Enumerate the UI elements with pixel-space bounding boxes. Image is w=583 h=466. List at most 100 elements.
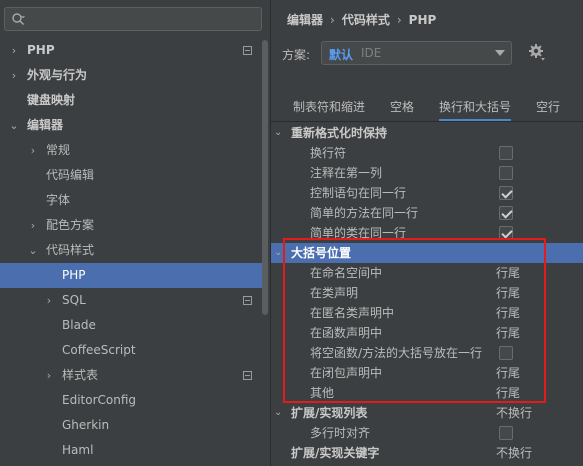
tree-item[interactable]: › 配色方案 [0, 213, 262, 238]
option-row[interactable]: 控制语句在同一行 [271, 183, 583, 203]
tree-item[interactable]: 代码编辑 [0, 163, 262, 188]
gear-icon[interactable] [528, 43, 546, 61]
tree-item-label: 样式表 [62, 368, 99, 382]
options-tree: ⌄ 重新格式化时保持 换行符 注释在第一列控制语句在同一行简单的方法在同一行 简单的类在… [271, 123, 583, 463]
scheme-select[interactable]: 默认 IDE [321, 41, 512, 65]
tree-item[interactable]: Blade [0, 313, 262, 338]
tree-item[interactable]: › SQL [0, 288, 262, 313]
option-value[interactable]: 行尾 [496, 303, 520, 323]
tree-item-label: PHP [27, 43, 55, 57]
tree-item-label: CoffeeScript [62, 343, 136, 357]
breadcrumb-item-php: PHP [408, 13, 437, 27]
tree-item-label: EditorConfig [62, 393, 137, 407]
tree-item[interactable]: CoffeeScript [0, 338, 262, 363]
option-checkbox[interactable] [499, 146, 513, 160]
option-group[interactable]: ⌄ 重新格式化时保持 [271, 123, 583, 143]
search-icon [12, 13, 25, 25]
tree-item[interactable]: › 样式表 [0, 363, 262, 388]
option-value[interactable]: 行尾 [496, 263, 520, 283]
settings-nav-panel: › PHP › 外观与行为 键盘映射 ⌄ 编辑器 › 常规 代码编辑 字体 › 配色方案 ⌄ 代码样式 PHP… [0, 0, 270, 466]
option-group[interactable]: ⌄ 扩展/实现列表 不换行 [271, 403, 583, 423]
option-label: 扩展/实现列表 [291, 406, 368, 420]
chevron-right-icon[interactable]: › [27, 213, 39, 238]
option-checkbox[interactable] [499, 426, 513, 440]
option-row[interactable]: 在函数声明中 行尾 [271, 323, 583, 343]
option-value[interactable]: 行尾 [496, 283, 520, 303]
breadcrumb-item-code-style[interactable]: 代码样式 [342, 13, 390, 27]
option-value[interactable]: 行尾 [496, 323, 520, 343]
breadcrumb-separator-icon: › [330, 13, 335, 27]
tree-item[interactable]: › 外观与行为 [0, 63, 262, 88]
option-value[interactable]: 行尾 [496, 363, 520, 383]
tree-item[interactable]: 字体 [0, 188, 262, 213]
option-label: 在命名空间中 [310, 266, 383, 280]
tree-item[interactable]: 键盘映射 [0, 88, 262, 113]
chevron-down-icon[interactable]: ⌄ [274, 123, 282, 143]
option-checkbox[interactable] [499, 186, 513, 200]
option-label: 扩展/实现关键字 [291, 446, 380, 460]
option-row[interactable]: 简单的类在同一行 [271, 223, 583, 243]
tree-item[interactable]: › PHP [0, 38, 262, 63]
tree-item[interactable]: › 常规 [0, 138, 262, 163]
option-checkbox[interactable] [499, 226, 513, 240]
chevron-down-icon[interactable]: ⌄ [274, 243, 282, 263]
option-checkbox[interactable] [499, 346, 513, 360]
option-row[interactable]: 在闭包声明中 行尾 [271, 363, 583, 383]
option-value[interactable]: 行尾 [496, 383, 520, 403]
option-row[interactable]: 其他 行尾 [271, 383, 583, 403]
tree-item-label: Blade [62, 318, 96, 332]
tree-item[interactable]: Gherkin [0, 413, 262, 438]
tree-item[interactable]: Haml [0, 438, 262, 463]
chevron-right-icon[interactable]: › [43, 363, 55, 388]
tree-item-label: 字体 [46, 193, 71, 207]
chevron-right-icon[interactable]: › [8, 38, 20, 63]
tree-item-label: 外观与行为 [27, 68, 88, 82]
option-value[interactable]: 不换行 [496, 403, 532, 423]
tab[interactable]: 空行 [536, 92, 560, 121]
chevron-down-icon[interactable]: ⌄ [8, 113, 20, 138]
chevron-down-icon[interactable]: ⌄ [27, 238, 39, 263]
chevron-right-icon[interactable]: › [8, 63, 20, 88]
option-group[interactable]: 扩展/实现关键字 不换行 [271, 443, 583, 463]
tree-item-label: 常规 [46, 143, 71, 157]
tree-item-label: Haml [62, 443, 94, 457]
tree-item-label: 代码编辑 [46, 168, 95, 182]
tree-item[interactable]: EditorConfig [0, 388, 262, 413]
scheme-value: 默认 [329, 48, 354, 62]
scheme-type: IDE [361, 46, 382, 60]
tree-item[interactable]: ⌄ 代码样式 [0, 238, 262, 263]
option-row[interactable]: 将空函数/方法的大括号放在一行 [271, 343, 583, 363]
option-row[interactable]: 在类声明 行尾 [271, 283, 583, 303]
settings-tree: › PHP › 外观与行为 键盘映射 ⌄ 编辑器 › 常规 代码编辑 字体 › 配色方案 ⌄ 代码样式 PHP… [0, 38, 262, 463]
option-checkbox[interactable] [499, 206, 513, 220]
option-row[interactable]: 在命名空间中 行尾 [271, 263, 583, 283]
chevron-right-icon[interactable]: › [27, 138, 39, 163]
option-row[interactable]: 换行符 [271, 143, 583, 163]
tab[interactable]: 换行和大括号 [439, 92, 512, 121]
option-row[interactable]: 简单的方法在同一行 [271, 203, 583, 223]
tree-item-label: Gherkin [62, 418, 110, 432]
option-group[interactable]: ⌄ 大括号位置 [271, 243, 583, 263]
option-row[interactable]: 注释在第一列 [271, 163, 583, 183]
tree-item[interactable]: ⌄ 编辑器 [0, 113, 262, 138]
chevron-right-icon[interactable]: › [43, 288, 55, 313]
tree-item[interactable]: PHP [0, 263, 262, 288]
modified-indicator-icon [243, 296, 252, 305]
tab[interactable]: 制表符和缩进 [293, 92, 365, 121]
settings-search-input[interactable] [4, 7, 262, 31]
option-label: 将空函数/方法的大括号放在一行 [310, 346, 483, 360]
option-value[interactable]: 不换行 [496, 443, 532, 463]
tree-scrollbar[interactable] [262, 40, 268, 315]
tab[interactable]: 空格 [390, 92, 414, 121]
option-checkbox[interactable] [499, 166, 513, 180]
option-row[interactable]: 在匿名类声明中 行尾 [271, 303, 583, 323]
option-label: 控制语句在同一行 [310, 186, 407, 200]
tree-item-label: 配色方案 [46, 218, 95, 232]
option-row[interactable]: 多行时对齐 [271, 423, 583, 443]
breadcrumb-item-editor[interactable]: 编辑器 [287, 13, 323, 27]
option-label: 其他 [310, 386, 335, 400]
breadcrumb-separator-icon: › [396, 13, 402, 27]
chevron-down-icon[interactable]: ⌄ [274, 403, 282, 423]
option-label: 在闭包声明中 [310, 366, 383, 380]
modified-indicator-icon [243, 371, 252, 380]
